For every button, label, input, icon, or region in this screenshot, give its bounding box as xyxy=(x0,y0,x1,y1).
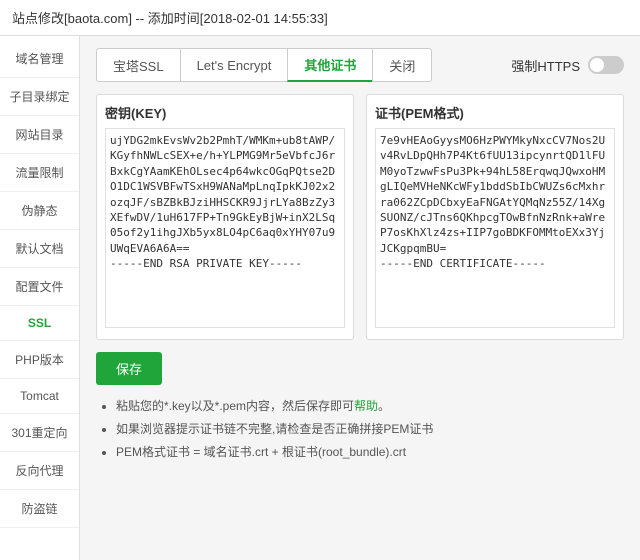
cert-panels: 密钥(KEY) 证书(PEM格式) xyxy=(96,94,624,340)
sidebar-item-flow[interactable]: 流量限制 xyxy=(0,154,79,192)
force-https-container: 强制HTTPS xyxy=(511,56,624,75)
sidebar-item-sitelist[interactable]: 网站目录 xyxy=(0,116,79,154)
tabs-row: 宝塔SSLLet's Encrypt其他证书关闭 强制HTTPS xyxy=(96,48,624,82)
sidebar-item-redirect[interactable]: 301重定向 xyxy=(0,414,79,452)
tabs-group: 宝塔SSLLet's Encrypt其他证书关闭 xyxy=(96,48,432,82)
key-panel-title: 密钥(KEY) xyxy=(105,103,345,122)
key-textarea[interactable] xyxy=(105,128,345,328)
force-https-label: 强制HTTPS xyxy=(511,56,580,75)
sidebar-item-domain[interactable]: 域名管理 xyxy=(0,40,79,78)
sidebar-item-reverse[interactable]: 反向代理 xyxy=(0,452,79,490)
key-panel: 密钥(KEY) xyxy=(96,94,354,340)
sidebar-item-hotlink[interactable]: 防盗链 xyxy=(0,490,79,528)
title-bar: 站点修改[baota.com] -- 添加时间[2018-02-01 14:55… xyxy=(0,0,640,36)
sidebar-item-php[interactable]: PHP版本 xyxy=(0,341,79,379)
sidebar-item-ssl[interactable]: SSL xyxy=(0,306,79,341)
tip-item-2: PEM格式证书 = 域名证书.crt + 根证书(root_bundle).cr… xyxy=(116,443,624,461)
save-button[interactable]: 保存 xyxy=(96,352,162,385)
tips-list: 粘贴您的*.key以及*.pem内容，然后保存即可帮助。如果浏览器提示证书链不完… xyxy=(96,397,624,461)
tab-baota-ssl[interactable]: 宝塔SSL xyxy=(96,48,180,82)
sidebar-item-tomcat[interactable]: Tomcat xyxy=(0,379,79,414)
help-link[interactable]: 帮助 xyxy=(354,399,378,413)
cert-panel: 证书(PEM格式) xyxy=(366,94,624,340)
sidebar-item-config[interactable]: 配置文件 xyxy=(0,268,79,306)
cert-panel-title: 证书(PEM格式) xyxy=(375,103,615,122)
main-layout: 域名管理子目录绑定网站目录流量限制伪静态默认文档配置文件SSLPHP版本Tomc… xyxy=(0,36,640,560)
tab-close[interactable]: 关闭 xyxy=(372,48,432,82)
cert-textarea[interactable] xyxy=(375,128,615,328)
main-content: 宝塔SSLLet's Encrypt其他证书关闭 强制HTTPS 密钥(KEY)… xyxy=(80,36,640,560)
title-text: 站点修改[baota.com] -- 添加时间[2018-02-01 14:55… xyxy=(12,8,328,27)
sidebar: 域名管理子目录绑定网站目录流量限制伪静态默认文档配置文件SSLPHP版本Tomc… xyxy=(0,36,80,560)
sidebar-item-subdir[interactable]: 子目录绑定 xyxy=(0,78,79,116)
tip-item-1: 如果浏览器提示证书链不完整,请检查是否正确拼接PEM证书 xyxy=(116,420,624,438)
sidebar-item-pseudo[interactable]: 伪静态 xyxy=(0,192,79,230)
sidebar-item-default[interactable]: 默认文档 xyxy=(0,230,79,268)
tab-other-cert[interactable]: 其他证书 xyxy=(287,48,372,82)
force-https-toggle[interactable] xyxy=(588,56,624,74)
tip-item-0: 粘贴您的*.key以及*.pem内容，然后保存即可帮助。 xyxy=(116,397,624,415)
tab-lets-encrypt[interactable]: Let's Encrypt xyxy=(180,48,288,82)
